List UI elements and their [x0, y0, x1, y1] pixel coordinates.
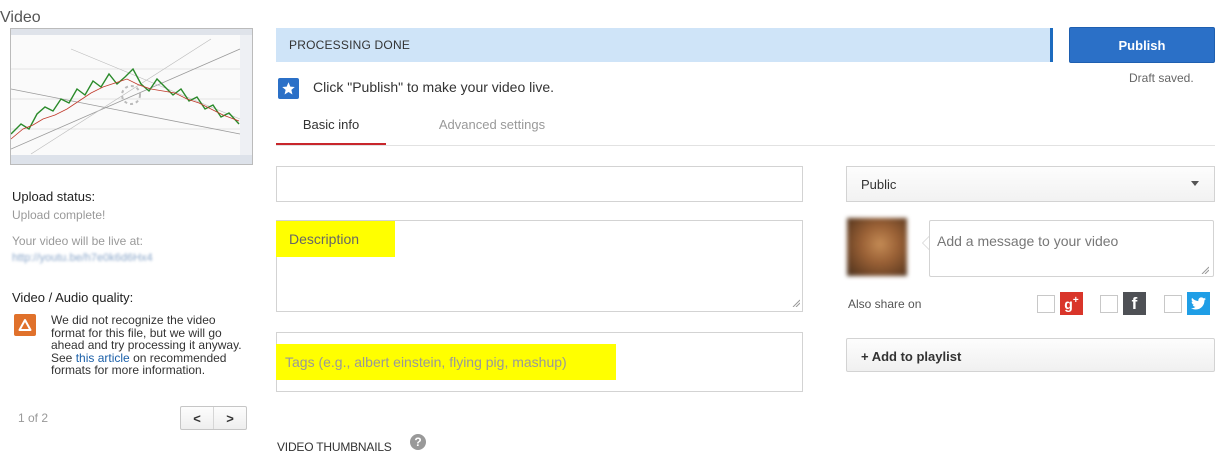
description-value: Description — [276, 221, 395, 257]
tab-advanced-settings[interactable]: Advanced settings — [412, 108, 572, 144]
star-icon — [278, 78, 299, 99]
twitter-icon — [1187, 292, 1210, 315]
upload-status-title: Upload status: — [12, 189, 96, 204]
next-button[interactable]: > — [213, 407, 246, 429]
share-message-placeholder: Add a message to your video — [937, 233, 1119, 249]
privacy-select[interactable]: Public — [846, 166, 1215, 202]
pager-count: 1 of 2 — [18, 411, 49, 425]
also-share-label: Also share on — [848, 297, 922, 311]
quality-message: We did not recognize the video format fo… — [51, 314, 247, 377]
video-thumbnails-title: VIDEO THUMBNAILS — [277, 440, 392, 454]
share-twitter-checkbox[interactable] — [1164, 295, 1182, 313]
upload-status-value: Upload complete! — [12, 208, 106, 222]
resize-grip-icon[interactable] — [1201, 266, 1209, 274]
google-plus-icon: g + — [1060, 292, 1083, 315]
video-url-link[interactable]: http://youtu.be/h7e0k6d6Hx4 — [12, 252, 153, 264]
tab-basic-info[interactable]: Basic info — [276, 108, 386, 146]
processing-status-text: PROCESSING DONE — [289, 38, 411, 52]
tags-placeholder: Tags (e.g., albert einstein, flying pig,… — [276, 344, 616, 380]
pager: < > — [180, 406, 247, 430]
live-at-label: Your video will be live at: — [12, 234, 143, 248]
avatar — [847, 218, 907, 276]
video-thumbnail — [10, 28, 253, 165]
share-google-plus-checkbox[interactable] — [1037, 295, 1055, 313]
share-facebook-checkbox[interactable] — [1100, 295, 1118, 313]
previous-button[interactable]: < — [181, 407, 213, 429]
publish-hint: Click "Publish" to make your video live. — [313, 79, 555, 95]
tabs-divider — [276, 145, 1215, 146]
warning-icon — [14, 314, 36, 336]
facebook-icon: f — [1123, 292, 1146, 315]
title-input[interactable] — [276, 166, 803, 202]
draft-saved-status: Draft saved. — [1129, 71, 1194, 85]
quality-title: Video / Audio quality: — [12, 290, 134, 305]
dropdown-caret-icon — [1191, 181, 1199, 186]
publish-button[interactable]: Publish — [1069, 27, 1215, 63]
resize-grip-icon[interactable] — [792, 299, 800, 307]
message-bubble-tail-inner — [923, 237, 929, 249]
help-icon[interactable]: ? — [410, 434, 426, 450]
add-to-playlist-button[interactable]: + Add to playlist — [846, 338, 1215, 372]
